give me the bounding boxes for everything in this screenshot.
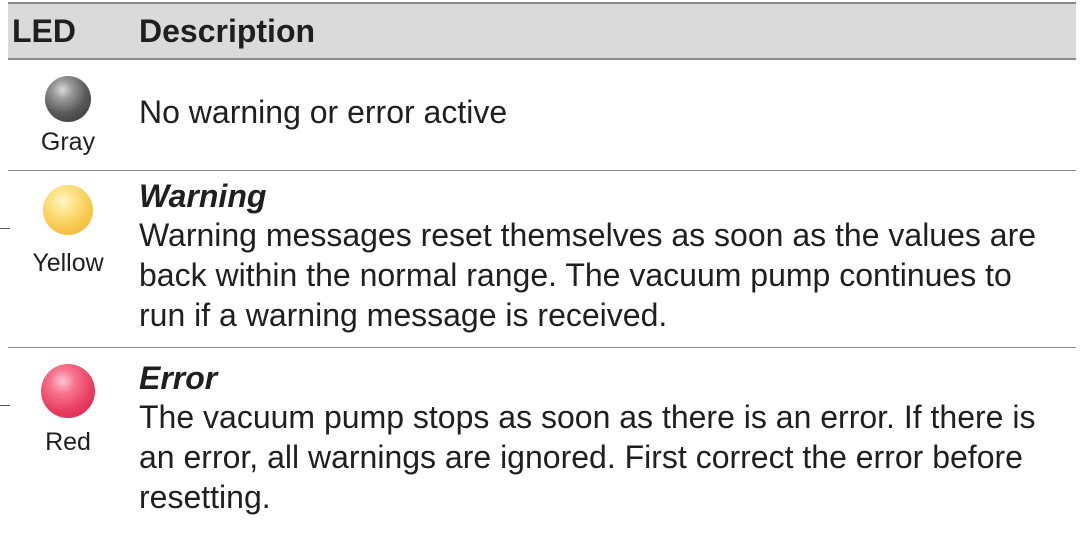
- yellow-led-icon: [43, 185, 93, 235]
- description-text: Warning messages reset themselves as soo…: [139, 217, 1037, 333]
- led-status-table: LED Description Gray No warning or error…: [8, 2, 1076, 528]
- led-cell: Red: [8, 348, 128, 456]
- gray-led-icon: [45, 76, 91, 122]
- description-title: Warning: [139, 178, 267, 214]
- description-cell: No warning or error active: [139, 92, 1066, 132]
- description-text: The vacuum pump stops as soon as there i…: [139, 399, 1036, 515]
- led-cell: Yellow: [8, 171, 128, 277]
- led-label: Red: [45, 428, 91, 456]
- table-row-red: Red Error The vacuum pump stops as soon …: [8, 348, 1076, 528]
- led-label: Yellow: [32, 249, 104, 277]
- header-description: Description: [139, 13, 316, 49]
- header-led: LED: [12, 13, 76, 49]
- table-row-yellow: Yellow Warning Warning messages reset th…: [8, 171, 1076, 348]
- description-cell: Error The vacuum pump stops as soon as t…: [139, 359, 1066, 517]
- description-title: Error: [139, 360, 218, 396]
- description-text: No warning or error active: [139, 94, 508, 130]
- led-cell: Gray: [8, 60, 128, 156]
- table-row-gray: Gray No warning or error active: [8, 60, 1076, 171]
- table-header: LED Description: [8, 2, 1076, 60]
- led-label: Gray: [40, 128, 96, 156]
- red-led-icon: [41, 364, 95, 418]
- description-cell: Warning Warning messages reset themselve…: [139, 177, 1066, 335]
